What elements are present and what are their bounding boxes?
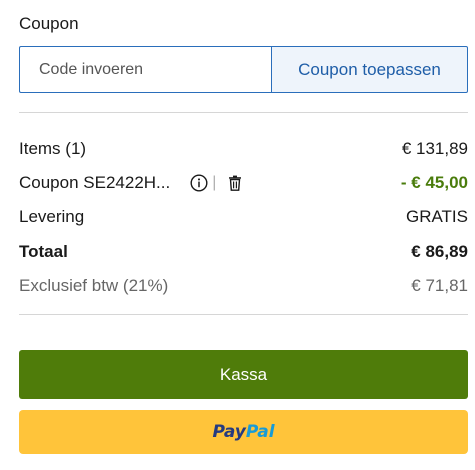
trash-icon[interactable]	[226, 174, 244, 192]
items-label: Items (1)	[19, 139, 87, 158]
items-value: € 131,89	[401, 139, 468, 158]
delivery-row: Levering GRATIS	[19, 206, 468, 228]
paypal-logo-pal: Pal	[245, 422, 275, 442]
coupon-heading: Coupon	[19, 14, 79, 33]
divider-top	[19, 112, 468, 113]
paypal-logo-pay: Pay	[212, 422, 246, 442]
applied-coupon-label: Coupon SE2422H...	[19, 173, 171, 192]
info-icon[interactable]	[190, 174, 208, 192]
coupon-row-left: Coupon SE2422H... |	[19, 173, 244, 193]
coupon-code-input[interactable]	[19, 46, 271, 93]
excl-vat-value: € 71,81	[411, 276, 468, 295]
delivery-label: Levering	[19, 207, 85, 226]
excl-vat-label: Exclusief btw (21%)	[19, 276, 169, 295]
divider-bottom	[19, 314, 468, 315]
items-row: Items (1) € 131,89	[19, 138, 468, 160]
separator: |	[212, 174, 217, 191]
delivery-value: GRATIS	[405, 207, 468, 226]
coupon-row: Coupon SE2422H... | - € 45,00	[19, 172, 468, 194]
checkout-button[interactable]: Kassa	[19, 350, 468, 399]
excl-vat-row: Exclusief btw (21%) € 71,81	[19, 275, 468, 297]
coupon-discount-value: - € 45,00	[400, 173, 468, 192]
total-label: Totaal	[19, 242, 68, 261]
apply-coupon-button[interactable]: Coupon toepassen	[271, 46, 468, 93]
total-row: Totaal € 86,89	[19, 241, 468, 263]
paypal-button[interactable]: Pay Pal	[19, 410, 468, 454]
coupon-form: Coupon toepassen	[19, 46, 468, 93]
total-value: € 86,89	[411, 242, 468, 261]
